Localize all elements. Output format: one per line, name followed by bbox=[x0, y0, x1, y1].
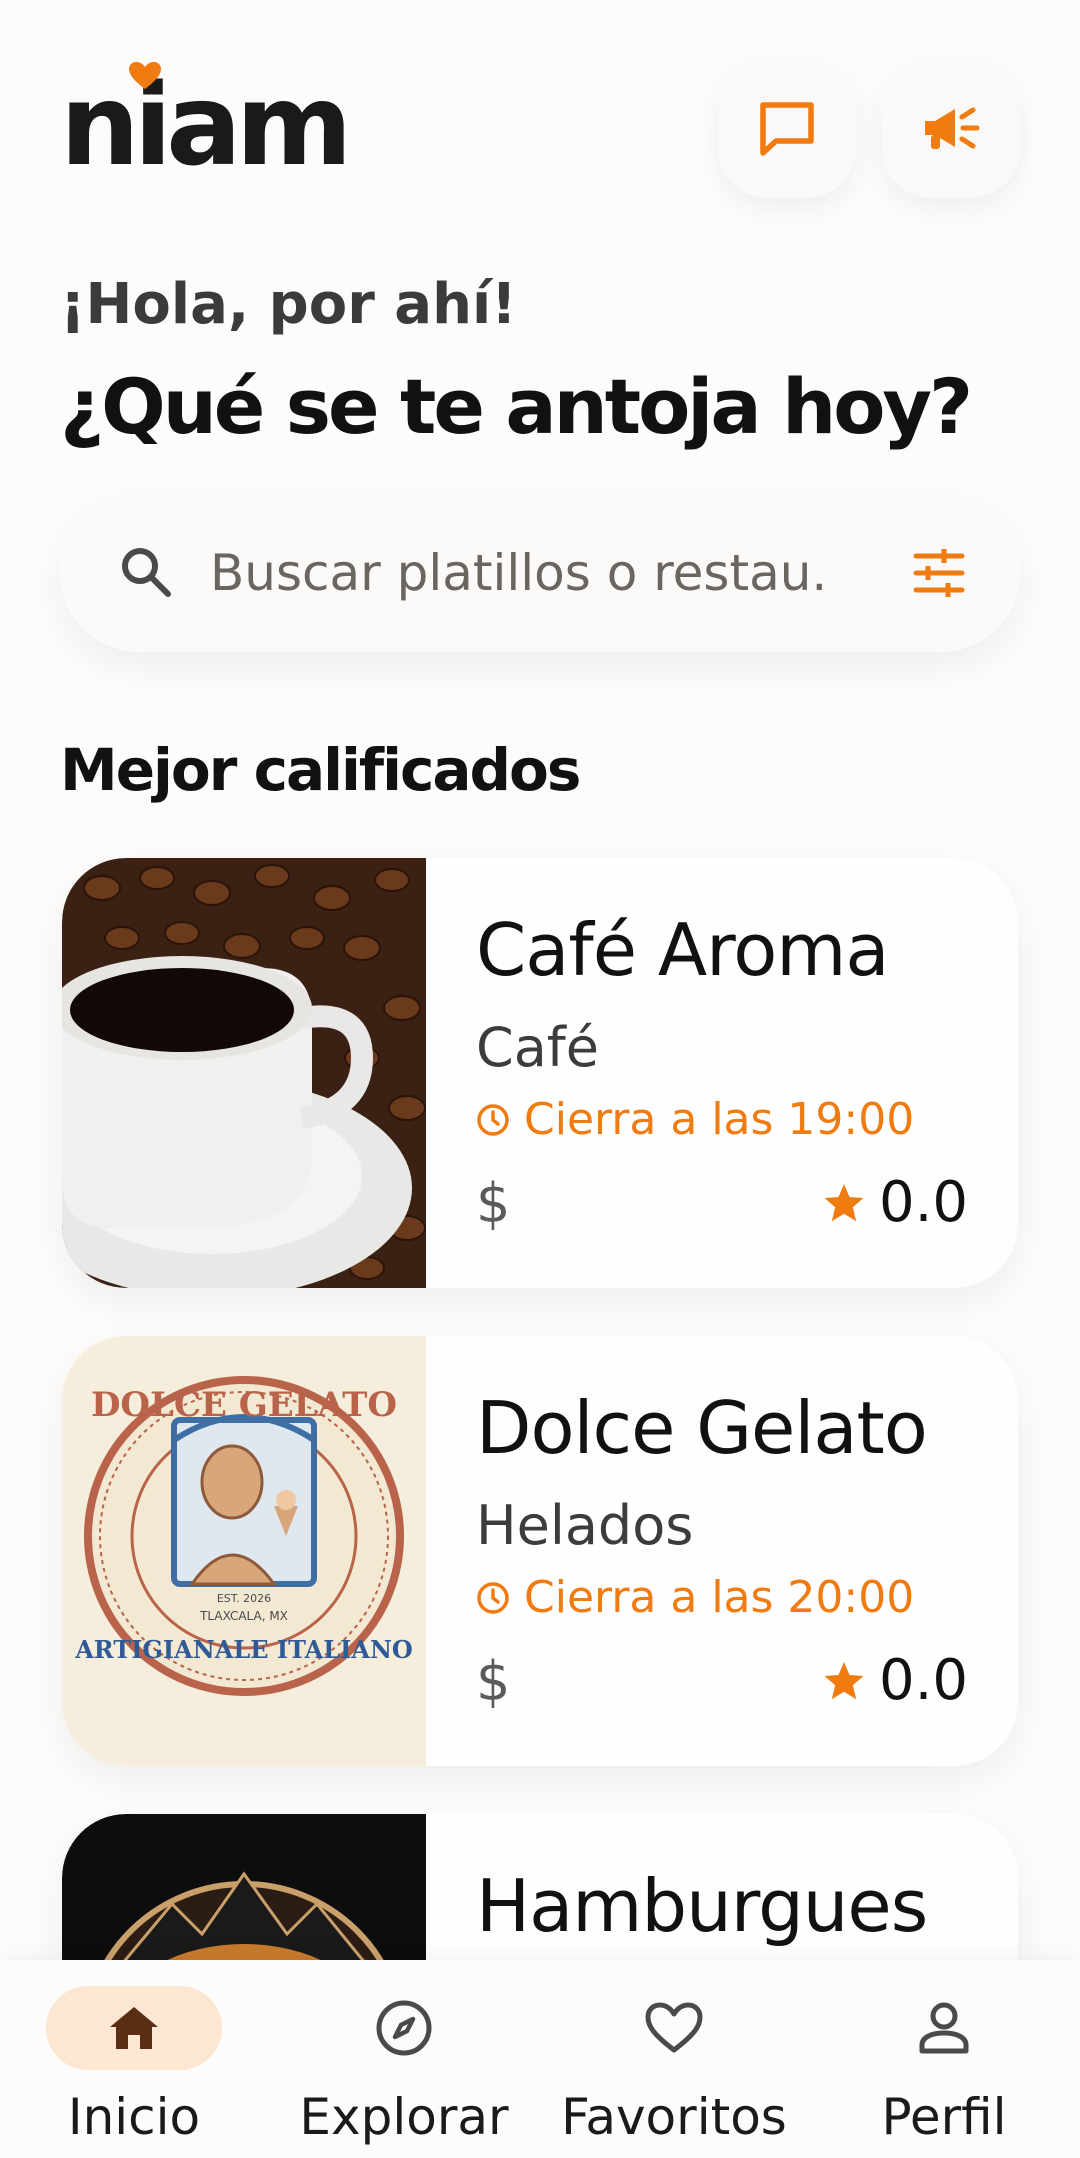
nav-label: Perfil bbox=[881, 2088, 1007, 2146]
price-level: $ bbox=[476, 1650, 511, 1713]
seal-est-text: EST. 2026 bbox=[217, 1592, 271, 1605]
search-bar[interactable] bbox=[60, 494, 1020, 652]
restaurant-hours: Cierra a las 20:00 bbox=[476, 1572, 914, 1623]
app-header: niam bbox=[60, 60, 1020, 198]
rating-value: 0.0 bbox=[878, 1648, 968, 1713]
seal-top-text: DOLCE GELATO bbox=[91, 1385, 397, 1425]
nav-label: Explorar bbox=[299, 2088, 509, 2146]
nav-item-perfil[interactable]: Perfil bbox=[814, 1986, 1074, 2146]
filter-sliders-icon[interactable] bbox=[912, 546, 966, 600]
rating-value: 0.0 bbox=[878, 1170, 968, 1235]
price-level: $ bbox=[476, 1172, 511, 1235]
restaurant-name: Café Aroma bbox=[476, 908, 890, 992]
restaurant-card[interactable]: DOLCE GELATO EST. 2026 TLAXCALA, MX ARTI… bbox=[62, 1336, 1018, 1766]
clock-icon bbox=[477, 1103, 509, 1136]
home-icon bbox=[110, 2007, 158, 2049]
logo-heart-icon bbox=[129, 62, 161, 89]
rating: 0.0 bbox=[823, 1170, 968, 1235]
restaurant-card[interactable]: Café Aroma Café Cierra a las 19:00 $ 0.0 bbox=[62, 858, 1018, 1288]
nav-label: Inicio bbox=[67, 2088, 201, 2146]
bottom-navigation: Inicio Explorar Favoritos Perfil bbox=[0, 1960, 1080, 2158]
seal-place-text: TLAXCALA, MX bbox=[199, 1609, 288, 1623]
star-icon bbox=[824, 1661, 864, 1699]
restaurant-category: Café bbox=[476, 1016, 600, 1079]
chat-bubble-icon bbox=[760, 102, 814, 156]
messages-button[interactable] bbox=[718, 60, 856, 198]
greeting-text: ¡Hola, por ahí! bbox=[60, 272, 517, 337]
announcements-button[interactable] bbox=[882, 60, 1020, 198]
restaurant-name: Hamburgues bbox=[476, 1864, 928, 1948]
clock-icon bbox=[477, 1581, 509, 1614]
rating: 0.0 bbox=[823, 1648, 968, 1713]
search-icon bbox=[122, 548, 171, 597]
section-title: Mejor calificados bbox=[60, 736, 581, 804]
restaurant-category: Helados bbox=[476, 1494, 694, 1557]
nav-active-indicator bbox=[46, 1986, 222, 2070]
search-input[interactable] bbox=[210, 534, 830, 612]
user-icon bbox=[919, 2002, 969, 2054]
restaurant-hours: Cierra a las 19:00 bbox=[476, 1094, 914, 1145]
seal-bottom-text: ARTIGIANALE ITALIANO bbox=[74, 1635, 413, 1664]
star-icon bbox=[824, 1183, 864, 1221]
restaurant-name: Dolce Gelato bbox=[476, 1386, 928, 1470]
restaurant-image: DOLCE GELATO EST. 2026 TLAXCALA, MX ARTI… bbox=[62, 1336, 426, 1766]
nav-item-favoritos[interactable]: Favoritos bbox=[544, 1986, 804, 2146]
nav-item-explorar[interactable]: Explorar bbox=[274, 1986, 534, 2146]
restaurant-image bbox=[62, 858, 426, 1288]
nav-item-inicio[interactable]: Inicio bbox=[4, 1986, 264, 2146]
heart-icon bbox=[645, 2002, 703, 2053]
hours-text: Cierra a las 20:00 bbox=[524, 1572, 915, 1623]
nav-label: Favoritos bbox=[561, 2088, 787, 2146]
megaphone-icon bbox=[925, 107, 980, 149]
compass-icon bbox=[376, 2000, 432, 2056]
page-title: ¿Qué se te antoja hoy? bbox=[60, 362, 973, 451]
app-logo: niam bbox=[60, 61, 352, 191]
hours-text: Cierra a las 19:00 bbox=[524, 1094, 915, 1145]
